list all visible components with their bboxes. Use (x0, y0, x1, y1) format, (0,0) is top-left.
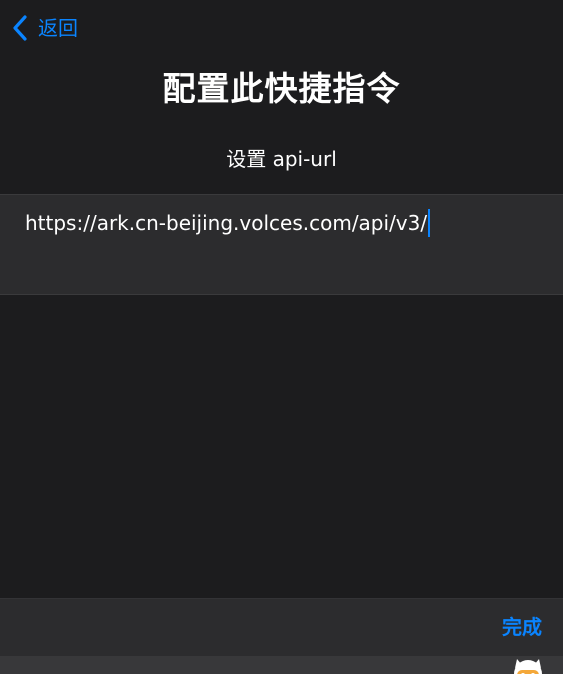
shortcut-config-screen: 返回 配置此快捷指令 设置 api-url https://ark.cn-bei… (0, 0, 563, 674)
robot-avatar-icon[interactable] (511, 657, 545, 674)
text-caret (428, 209, 431, 237)
api-url-label: 设置 api-url (226, 147, 337, 171)
chevron-left-icon (8, 14, 32, 42)
api-url-value: https://ark.cn-beijing.volces.com/api/v3… (25, 211, 428, 235)
keyboard-toolbar: 完成 (0, 598, 563, 656)
api-url-input[interactable]: https://ark.cn-beijing.volces.com/api/v3… (25, 207, 431, 239)
back-button[interactable]: 返回 (8, 12, 78, 44)
done-button[interactable]: 完成 (502, 611, 542, 643)
page-title: 配置此快捷指令 (162, 69, 401, 108)
back-label: 返回 (38, 16, 78, 40)
keyboard-area (0, 656, 563, 674)
api-url-field[interactable]: https://ark.cn-beijing.volces.com/api/v3… (0, 194, 563, 295)
